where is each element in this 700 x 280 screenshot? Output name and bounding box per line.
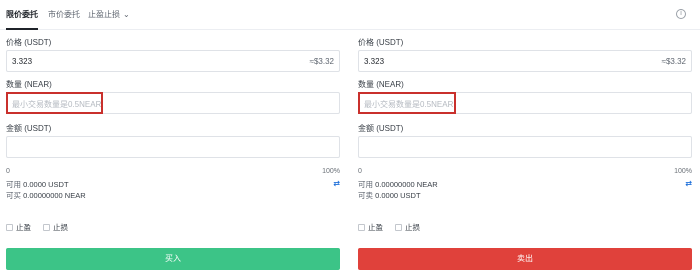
sell-take-profit-label: 止盈 (368, 223, 383, 232)
buy-qty-label: 数量 (NEAR) (6, 80, 52, 89)
checkbox-icon (6, 224, 13, 231)
swap-icon[interactable]: ⇄ (685, 179, 692, 188)
buy-can-buy-value: 0.00000000 NEAR (23, 191, 86, 200)
sell-available-value: 0.00000000 NEAR (375, 180, 438, 189)
tab-limit-order[interactable]: 限价委托 (6, 9, 38, 30)
checkbox-icon (358, 224, 365, 231)
order-type-tabs: 限价委托 市价委托 止盈止损 ⌄ i (0, 0, 700, 30)
sell-amount-label: 金额 (USDT) (358, 124, 404, 133)
sell-can-sell-value: 0.0000 USDT (375, 191, 421, 200)
sell-panel: 价格 (USDT) 3.323 ≈$3.32 数量 (NEAR) 最小交易数量是… (358, 34, 692, 274)
buy-button[interactable]: 买入 (6, 248, 340, 270)
info-icon[interactable]: i (676, 9, 686, 19)
buy-available-value: 0.0000 USDT (23, 180, 69, 189)
buy-available-label: 可用 (6, 180, 21, 189)
sell-qty-label: 数量 (NEAR) (358, 80, 404, 89)
buy-price-suffix: ≈$3.32 (309, 57, 334, 66)
sell-can-sell-label: 可卖 (358, 191, 373, 200)
sell-price-suffix: ≈$3.32 (661, 57, 686, 66)
buy-can-buy-row: 可买 0.00000000 NEAR (6, 190, 86, 201)
sell-can-sell-row: 可卖 0.0000 USDT (358, 190, 421, 201)
sell-available-label: 可用 (358, 180, 373, 189)
buy-panel: 价格 (USDT) 3.323 ≈$3.32 数量 (NEAR) 最小交易数量是… (6, 34, 340, 274)
buy-take-profit-checkbox[interactable]: 止盈 (6, 222, 31, 233)
tab-stop-order-label: 止盈止损 (88, 10, 120, 19)
buy-qty-highlight (6, 92, 103, 114)
sell-button[interactable]: 卖出 (358, 248, 692, 270)
sell-price-value: 3.323 (364, 57, 385, 66)
buy-tpsl-row: 止盈 止损 (6, 222, 80, 233)
sell-price-label: 价格 (USDT) (358, 38, 404, 47)
buy-qty-input[interactable]: 最小交易数量是0.5NEAR (6, 92, 340, 114)
checkbox-icon (43, 224, 50, 231)
swap-icon[interactable]: ⇄ (333, 179, 340, 188)
sell-amount-input[interactable] (358, 136, 692, 158)
sell-stop-loss-checkbox[interactable]: 止损 (395, 222, 420, 233)
sell-qty-highlight (358, 92, 456, 114)
buy-stop-loss-label: 止损 (53, 223, 68, 232)
sell-qty-input[interactable]: 最小交易数量是0.5NEAR (358, 92, 692, 114)
sell-available-row: 可用 0.00000000 NEAR (358, 179, 438, 190)
buy-amount-label: 金额 (USDT) (6, 124, 52, 133)
sell-stop-loss-label: 止损 (405, 223, 420, 232)
buy-can-buy-label: 可买 (6, 191, 21, 200)
checkbox-icon (395, 224, 402, 231)
tab-market-order[interactable]: 市价委托 (48, 9, 80, 21)
buy-price-label: 价格 (USDT) (6, 38, 52, 47)
buy-slider-max[interactable]: 100% (322, 168, 340, 175)
tab-stop-order[interactable]: 止盈止损 ⌄ (88, 9, 130, 21)
buy-available-row: 可用 0.0000 USDT (6, 179, 69, 190)
buy-price-input[interactable]: 3.323 ≈$3.32 (6, 50, 340, 72)
sell-tpsl-row: 止盈 止损 (358, 222, 432, 233)
buy-stop-loss-checkbox[interactable]: 止损 (43, 222, 68, 233)
chevron-down-icon: ⌄ (123, 10, 130, 19)
buy-amount-input[interactable] (6, 136, 340, 158)
sell-price-input[interactable]: 3.323 ≈$3.32 (358, 50, 692, 72)
sell-slider-min[interactable]: 0 (358, 168, 362, 175)
sell-slider-max[interactable]: 100% (674, 168, 692, 175)
sell-take-profit-checkbox[interactable]: 止盈 (358, 222, 383, 233)
buy-price-value: 3.323 (12, 57, 33, 66)
buy-slider-min[interactable]: 0 (6, 168, 10, 175)
buy-take-profit-label: 止盈 (16, 223, 31, 232)
